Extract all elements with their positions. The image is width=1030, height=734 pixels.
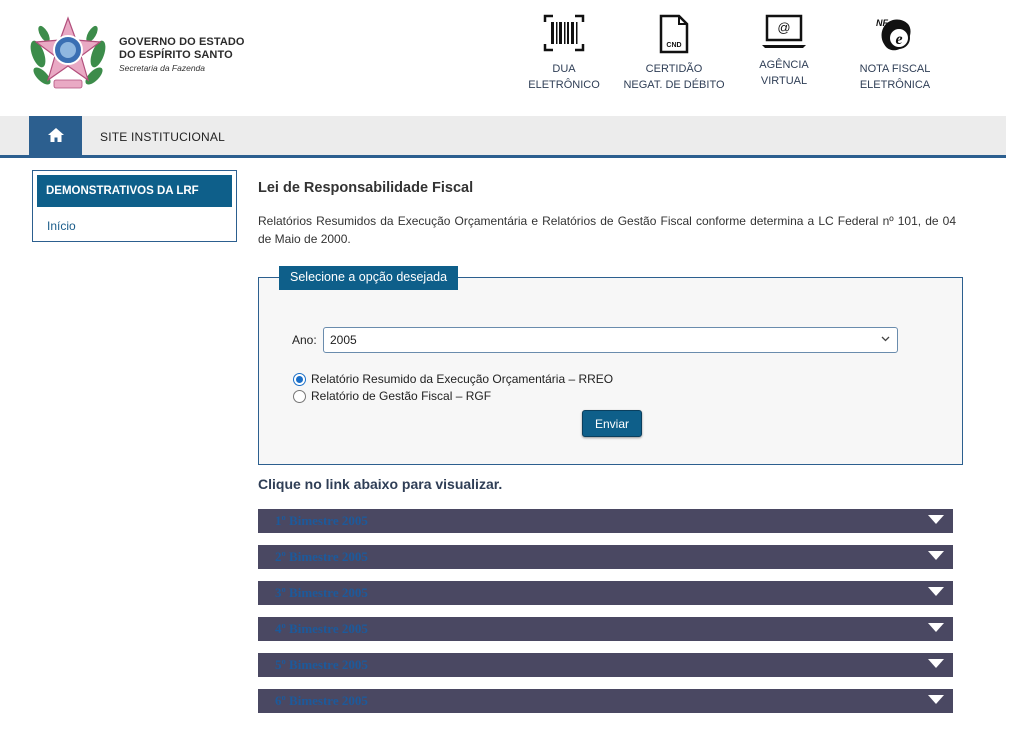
radio-button-unselected[interactable] xyxy=(293,389,306,403)
bimestre-4-accordion[interactable]: 4º Bimestre 2005 xyxy=(258,617,953,641)
home-button[interactable] xyxy=(29,116,82,158)
page-description: Relatórios Resumidos da Execução Orçamen… xyxy=(258,214,956,246)
radio-option-rreo[interactable]: Relatório Resumido da Execução Orçamentá… xyxy=(293,372,613,386)
dua-eletronico-link[interactable]: DUA ELETRÔNICO xyxy=(524,14,604,93)
page-title: Lei de Responsabilidade Fiscal xyxy=(258,180,474,196)
radio-option-rgf[interactable]: Relatório de Gestão Fiscal – RGF xyxy=(293,389,491,403)
sidebar-heading: DEMONSTRATIVOS DA LRF xyxy=(37,175,232,207)
nfe-label-1: NOTA FISCAL xyxy=(859,63,931,75)
bimestre-3-link[interactable]: 3º Bimestre 2005 xyxy=(275,585,368,601)
sidebar-item-inicio[interactable]: Início xyxy=(47,219,76,233)
state-coat-of-arms-logo[interactable] xyxy=(28,14,108,98)
radio-label-rgf: Relatório de Gestão Fiscal – RGF xyxy=(311,389,492,403)
site-institucional-link[interactable]: SITE INSTITUCIONAL xyxy=(100,130,225,144)
bimestre-2-link[interactable]: 2º Bimestre 2005 xyxy=(275,549,368,565)
triangle-down-icon[interactable] xyxy=(928,623,944,632)
chevron-down-icon xyxy=(881,334,890,345)
fieldset-legend: Selecione a opção desejada xyxy=(279,266,459,290)
bimestre-6-link[interactable]: 6º Bimestre 2005 xyxy=(275,693,368,709)
cnd-label-1: CERTIDÃO xyxy=(645,63,703,75)
bimestre-2-accordion[interactable]: 2º Bimestre 2005 xyxy=(258,545,953,569)
cnd-document-icon: CND xyxy=(620,14,728,59)
nfe-icon: e NF xyxy=(850,14,940,61)
triangle-down-icon[interactable] xyxy=(928,659,944,668)
main-navbar: SITE INSTITUCIONAL xyxy=(0,116,1006,158)
bimestre-1-accordion[interactable]: 1º Bimestre 2005 xyxy=(258,509,953,533)
bimestre-3-accordion[interactable]: 3º Bimestre 2005 xyxy=(258,581,953,605)
clique-instruction: Clique no link abaixo para visualizar. xyxy=(258,476,503,492)
radio-label-rreo: Relatório Resumido da Execução Orçamentá… xyxy=(311,372,614,386)
triangle-down-icon[interactable] xyxy=(928,695,944,704)
svg-text:e: e xyxy=(895,31,902,48)
nfe-label-2: ELETRÔNICA xyxy=(859,79,931,91)
triangle-down-icon[interactable] xyxy=(928,515,944,524)
bimestre-6-accordion[interactable]: 6º Bimestre 2005 xyxy=(258,689,953,713)
agencia-label-1: AGÊNCIA xyxy=(759,59,809,71)
sidebar-menu: DEMONSTRATIVOS DA LRF Início xyxy=(32,170,237,242)
certidao-negativa-link[interactable]: CND CERTIDÃO NEGAT. DE DÉBITO xyxy=(620,14,728,93)
home-icon xyxy=(47,127,65,148)
triangle-down-icon[interactable] xyxy=(928,551,944,560)
radio-button-selected[interactable] xyxy=(293,372,306,386)
brand-subtitle: Secretaria da Fazenda xyxy=(119,63,205,73)
laptop-at-icon: @ xyxy=(744,14,824,55)
svg-text:@: @ xyxy=(777,20,790,35)
ano-select[interactable]: 2005 xyxy=(323,327,898,353)
ano-selected-value: 2005 xyxy=(330,333,357,347)
agencia-label-2: VIRTUAL xyxy=(760,75,808,87)
triangle-down-icon[interactable] xyxy=(928,587,944,596)
cnd-label-2: NEGAT. DE DÉBITO xyxy=(623,79,725,91)
bimestre-1-link[interactable]: 1º Bimestre 2005 xyxy=(275,513,368,529)
site-header: GOVERNO DO ESTADO DO ESPÍRITO SANTO Secr… xyxy=(0,0,1030,116)
dua-label-2: ELETRÔNICO xyxy=(528,79,600,91)
brand-line-2: DO ESPÍRITO SANTO xyxy=(119,49,233,61)
svg-text:CND: CND xyxy=(666,42,681,49)
enviar-button[interactable]: Enviar xyxy=(582,410,642,437)
brand-line-1: GOVERNO DO ESTADO xyxy=(119,36,245,48)
ano-label: Ano: xyxy=(292,333,317,347)
brand-text: GOVERNO DO ESTADO DO ESPÍRITO SANTO Secr… xyxy=(119,36,245,74)
bimestre-4-link[interactable]: 4º Bimestre 2005 xyxy=(275,621,368,637)
bimestre-5-accordion[interactable]: 5º Bimestre 2005 xyxy=(258,653,953,677)
agencia-virtual-link[interactable]: @ AGÊNCIA VIRTUAL xyxy=(744,14,824,89)
bimestre-5-link[interactable]: 5º Bimestre 2005 xyxy=(275,657,368,673)
dua-label-1: DUA xyxy=(552,63,576,75)
nota-fiscal-eletronica-link[interactable]: e NF NOTA FISCAL ELETRÔNICA xyxy=(850,14,940,93)
barcode-icon xyxy=(524,14,604,57)
svg-text:NF: NF xyxy=(876,18,888,28)
